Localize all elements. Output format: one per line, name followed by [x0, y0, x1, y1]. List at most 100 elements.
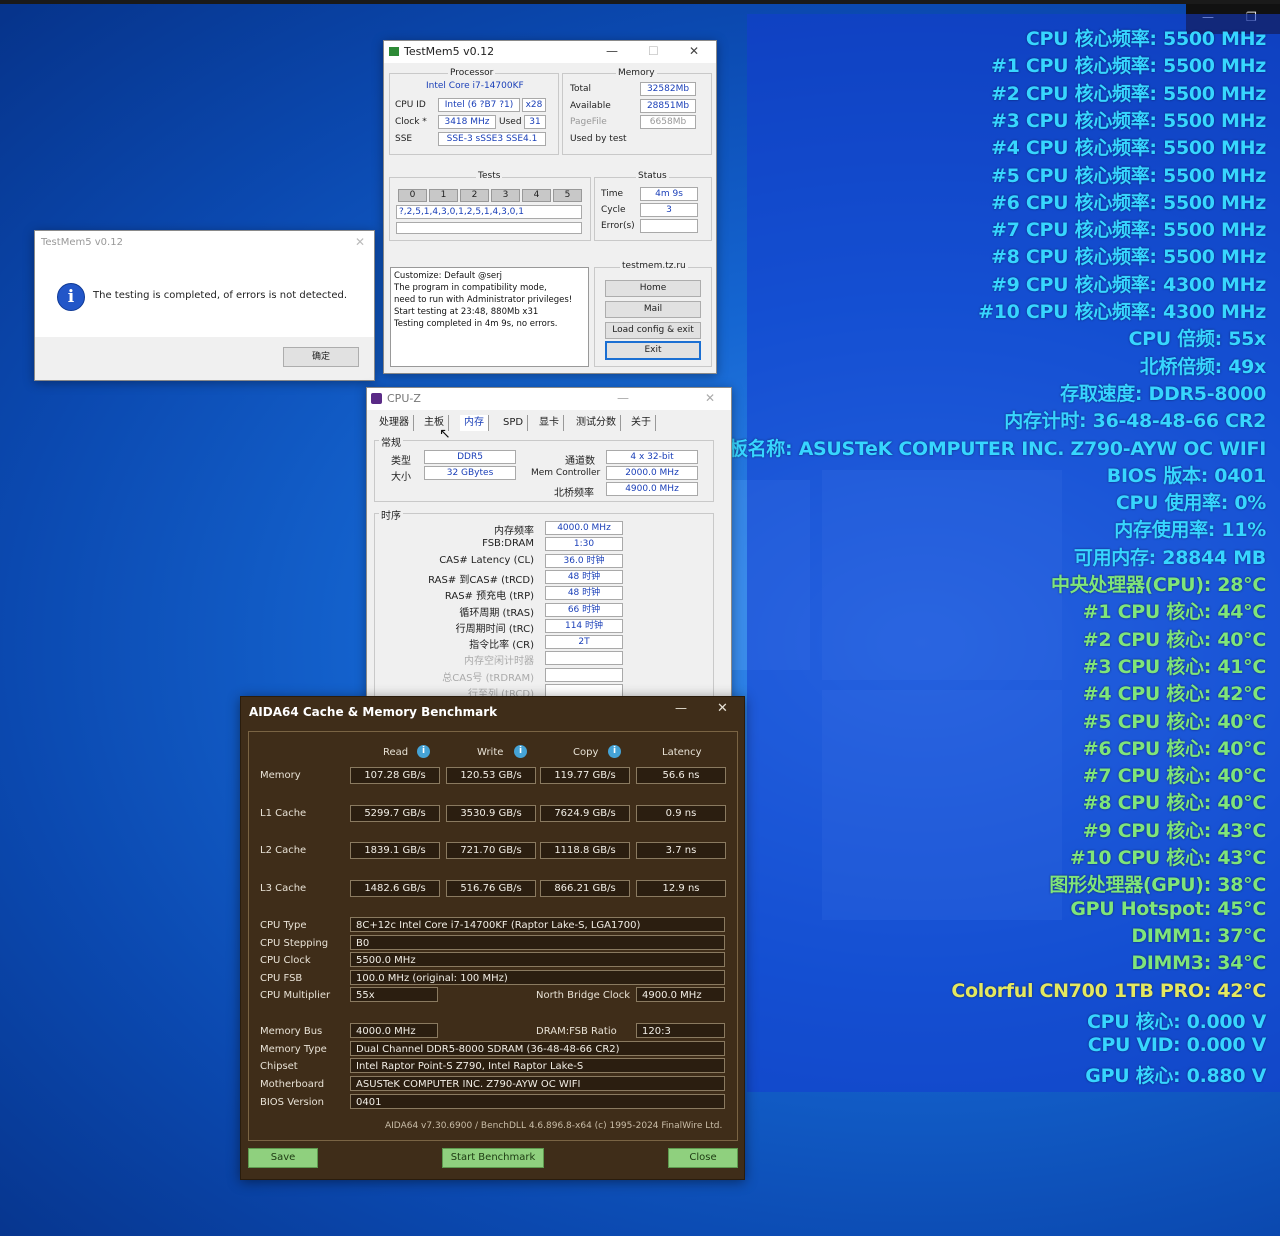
benchmark-row-label: Memory: [260, 770, 301, 781]
overlay-stat-line: #9 CPU 核心: 43°C: [1082, 819, 1267, 842]
log-lines: Customize: Default @serj The program in c…: [394, 270, 572, 330]
chipset-label: Chipset: [260, 1061, 298, 1072]
log-line: Customize: Default @serj: [394, 271, 502, 281]
minimize-icon[interactable]: —: [617, 391, 629, 405]
close-icon[interactable]: ✕: [717, 701, 728, 716]
tab-6[interactable]: 关于: [627, 415, 656, 431]
overlay-stat-line: 主板名称: ASUSTeK COMPUTER INC. Z790-AYW OC …: [710, 437, 1266, 460]
mail-button[interactable]: Mail: [605, 301, 701, 318]
cpuid-label: CPU ID: [395, 100, 426, 110]
benchmark-row-label: L2 Cache: [260, 845, 307, 856]
benchmark-copy-field: 119.77 GB/s: [540, 767, 630, 784]
tab-0[interactable]: 处理器: [375, 415, 414, 431]
benchmark-read-field: 5299.7 GB/s: [350, 804, 440, 822]
processor-name: Intel Core i7-14700KF: [426, 81, 524, 91]
testmem5-window: TestMem5 v0.12 — ☐ ✕ Processor Intel Cor…: [383, 40, 717, 374]
cpu-type-field: 8C+12c Intel Core i7-14700KF (Raptor Lak…: [350, 917, 725, 932]
benchmark-read-field: 107.28 GB/s: [350, 767, 440, 784]
test-cell: 1: [429, 189, 458, 202]
available-label: Available: [570, 101, 611, 111]
info-icon[interactable]: i: [514, 745, 527, 758]
test-cell: 5: [553, 189, 582, 202]
cpu-fsb-field: 100.0 MHz (original: 100 MHz): [350, 970, 725, 985]
overlay-stat-line: 中央处理器(CPU): 28°C: [1051, 574, 1266, 596]
nb-clock-label: North Bridge Clock: [536, 990, 631, 1001]
nb-clock-field: 4900.0 MHz: [636, 987, 725, 1002]
close-button[interactable]: Close: [668, 1148, 738, 1168]
overlay-stat-line: Colorful CN700 1TB PRO: 42°C: [951, 979, 1266, 1002]
total-label: Total: [570, 84, 592, 94]
cpuz-titlebar[interactable]: CPU-Z — ✕: [367, 388, 731, 410]
minimize-icon[interactable]: —: [675, 701, 687, 715]
exit-button[interactable]: Exit: [605, 341, 701, 360]
timing-field: 114 时钟: [545, 618, 623, 633]
overlay-stat-line: GPU 核心: 0.880 V: [1085, 1065, 1266, 1088]
info-icon: i: [57, 283, 85, 311]
close-icon[interactable]: ✕: [689, 44, 699, 58]
memctrl-field: 2000.0 MHz: [606, 466, 698, 480]
col-read-header: Read: [383, 747, 409, 758]
cpu-stepping-field: B0: [350, 935, 725, 950]
cpuid-threads-field: x28: [522, 98, 546, 112]
home-button[interactable]: Home: [605, 280, 701, 297]
minimize-icon[interactable]: —: [606, 44, 618, 58]
aida64-window: AIDA64 Cache & Memory Benchmark — ✕ Read…: [240, 696, 745, 1180]
log-box: Customize: Default @serj The program in c…: [390, 267, 589, 367]
log-line: need to run with Administrator privilege…: [394, 295, 573, 305]
overlay-stat-line: #2 CPU 核心频率: 5500 MHz: [991, 82, 1266, 105]
testmem5-titlebar[interactable]: TestMem5 v0.12 — ☐ ✕: [384, 41, 716, 63]
overlay-stat-line: #6 CPU 核心频率: 5500 MHz: [991, 191, 1266, 214]
info-icon[interactable]: i: [417, 745, 430, 758]
overlay-stat-line: #4 CPU 核心: 42°C: [1082, 683, 1267, 706]
benchmark-latency-field: 3.7 ns: [636, 842, 726, 859]
info-icon[interactable]: i: [608, 745, 621, 758]
tests-group-title: Tests: [476, 171, 503, 181]
tab-5[interactable]: 测试分数: [572, 415, 621, 431]
overlay-stat-line: #5 CPU 核心: 40°C: [1082, 710, 1267, 733]
benchmark-write-field: 3530.9 GB/s: [446, 804, 536, 822]
maximize-icon[interactable]: ☐: [648, 44, 659, 58]
close-icon[interactable]: ✕: [705, 391, 715, 405]
site-group-title: testmem.tz.ru: [620, 261, 688, 271]
overlay-stat-line: CPU 核心频率: 5500 MHz: [1025, 28, 1266, 50]
app-icon: [389, 47, 399, 56]
bios-label: BIOS Version: [260, 1097, 324, 1108]
benchmark-latency-field: 56.6 ns: [636, 767, 726, 784]
time-label: Time: [601, 189, 624, 199]
type-field: DDR5: [424, 450, 516, 464]
overlay-stat-line: #6 CPU 核心: 40°C: [1082, 737, 1267, 760]
test-cell: 0: [398, 189, 427, 202]
overlay-stat-line: DIMM3: 34°C: [1131, 952, 1266, 975]
tab-2[interactable]: 内存: [460, 415, 489, 431]
start-benchmark-button[interactable]: Start Benchmark: [442, 1148, 544, 1168]
overlay-stat-line: #3 CPU 核心频率: 5500 MHz: [991, 109, 1266, 132]
tab-4[interactable]: 显卡: [535, 415, 564, 431]
sse-field: SSE-3 sSSE3 SSE4.1: [438, 132, 546, 146]
tab-3[interactable]: SPD: [499, 415, 529, 431]
timing-field: 2T: [545, 635, 623, 650]
ok-button[interactable]: 确定: [283, 347, 359, 367]
timing-label: 内存频率: [494, 526, 534, 537]
close-icon[interactable]: ✕: [355, 235, 365, 249]
overlay-stat-line: #4 CPU 核心频率: 5500 MHz: [991, 137, 1266, 160]
benchmark-latency-field: 12.9 ns: [636, 879, 726, 897]
timing-field: [545, 651, 623, 666]
memory-group-title: Memory: [616, 68, 657, 78]
overlay-stat-line: 北桥倍频: 49x: [1139, 355, 1267, 378]
log-line: Testing completed in 4m 9s, no errors.: [394, 319, 558, 329]
mem-bus-label: Memory Bus: [260, 1026, 323, 1037]
load-config-button[interactable]: Load config & exit: [605, 322, 701, 339]
save-button[interactable]: Save: [248, 1148, 318, 1168]
timing-field: 66 时钟: [545, 602, 623, 617]
benchmark-latency-field: 0.9 ns: [636, 804, 726, 822]
overlay-stat-line: #9 CPU 核心频率: 4300 MHz: [991, 273, 1266, 296]
errors-field: [640, 219, 698, 233]
cpuz-icon: [371, 393, 382, 404]
used-label: Used: [499, 117, 522, 127]
status-group-title: Status: [636, 171, 669, 181]
overlay-stat-line: CPU VID: 0.000 V: [1087, 1034, 1267, 1057]
overlay-stat-line: 内存使用率: 11%: [1114, 519, 1266, 542]
mem-bus-field: 4000.0 MHz: [350, 1023, 438, 1038]
benchmark-write-field: 120.53 GB/s: [446, 767, 536, 784]
window-title: TestMem5 v0.12: [404, 45, 495, 58]
